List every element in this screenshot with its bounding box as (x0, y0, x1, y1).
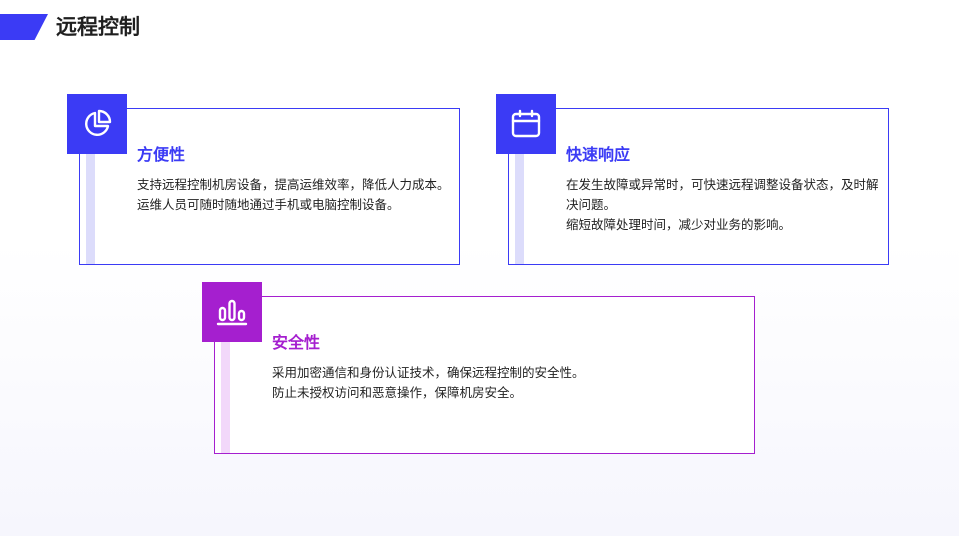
card-title: 快速响应 (566, 145, 631, 164)
card-text-line: 采用加密通信和身份认证技术，确保远程控制的安全性。 (272, 365, 585, 380)
card-text-line: 在发生故障或异常时，可快速远程调整设备状态，及时解决问题。 (566, 177, 879, 212)
card-text-line: 防止未授权访问和恶意操作，保障机房安全。 (272, 385, 523, 400)
card-stripe (221, 342, 230, 453)
title-accent-shape (0, 14, 48, 40)
card-text-line: 缩短故障处理时间，减少对业务的影响。 (566, 217, 792, 232)
card-icon-box (202, 282, 262, 342)
card-text-line: 支持远程控制机房设备，提高运维效率，降低人力成本。 (137, 177, 450, 192)
bar-chart-icon (216, 299, 248, 326)
calendar-icon (511, 109, 541, 138)
card-body: 支持远程控制机房设备，提高运维效率，降低人力成本。 运维人员可随时随地通过手机或… (137, 175, 453, 215)
card-text-line: 运维人员可随时随地通过手机或电脑控制设备。 (137, 197, 400, 212)
pie-chart-icon (85, 109, 112, 136)
feature-card-fast-response: 快速响应 在发生故障或异常时，可快速远程调整设备状态，及时解决问题。 缩短故障处… (496, 94, 889, 265)
page-title: 远程控制 (56, 15, 140, 39)
card-stripe (86, 154, 95, 264)
card-body: 采用加密通信和身份认证技术，确保远程控制的安全性。 防止未授权访问和恶意操作，保… (272, 363, 742, 403)
card-title: 安全性 (272, 333, 321, 352)
feature-card-convenience: 方便性 支持远程控制机房设备，提高运维效率，降低人力成本。 运维人员可随时随地通… (67, 94, 460, 265)
card-title: 方便性 (137, 145, 186, 164)
card-stripe (515, 154, 524, 264)
card-icon-box (67, 94, 127, 154)
card-body: 在发生故障或异常时，可快速远程调整设备状态，及时解决问题。 缩短故障处理时间，减… (566, 175, 882, 235)
feature-card-security: 安全性 采用加密通信和身份认证技术，确保远程控制的安全性。 防止未授权访问和恶意… (202, 282, 755, 454)
card-icon-box (496, 94, 556, 154)
